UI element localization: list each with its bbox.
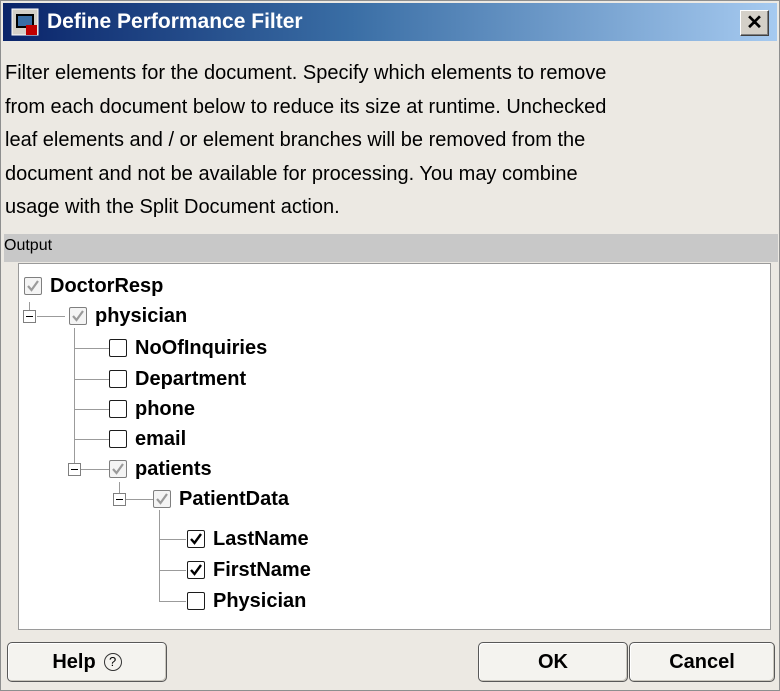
checkbox-icon[interactable] [109, 460, 127, 478]
close-button[interactable]: ✕ [740, 10, 769, 36]
tree-connector [75, 409, 109, 410]
tree-node-label: LastName [213, 527, 309, 550]
collapse-toggle-icon[interactable] [68, 463, 81, 476]
tree-node-patients[interactable]: patients [109, 457, 212, 481]
description-text: Filter elements for the document. Specif… [5, 57, 775, 225]
tree-node-label: Physician [213, 589, 307, 612]
tree-node-label: patients [135, 457, 212, 480]
checkbox-icon[interactable] [187, 592, 205, 610]
define-performance-filter-dialog: Define Performance Filter ✕ Filter eleme… [0, 0, 780, 691]
tree-connector [160, 539, 186, 540]
close-icon: ✕ [746, 12, 763, 34]
tree-node-label: FirstName [213, 558, 311, 581]
tree-node-patientdata[interactable]: PatientData [153, 487, 289, 511]
collapse-toggle-icon[interactable] [23, 310, 36, 323]
description-line: leaf elements and / or element branches … [5, 129, 586, 151]
checkbox-icon[interactable] [109, 339, 127, 357]
description-line: Filter elements for the document. Specif… [5, 62, 607, 84]
tree-connector [75, 348, 109, 349]
checkbox-icon[interactable] [153, 490, 171, 508]
checkbox-icon[interactable] [24, 277, 42, 295]
checkbox-icon[interactable] [69, 307, 87, 325]
checkbox-icon[interactable] [109, 370, 127, 388]
tree-node-label: DoctorResp [50, 274, 164, 297]
tree-connector [74, 328, 75, 468]
help-button-label: Help [52, 650, 96, 673]
checkbox-icon[interactable] [187, 561, 205, 579]
cancel-button[interactable]: Cancel [629, 642, 775, 682]
output-section-label: Output [4, 237, 53, 254]
tree-node-department[interactable]: Department [109, 367, 246, 391]
checkbox-icon[interactable] [109, 400, 127, 418]
tree-node-label: PatientData [179, 487, 290, 510]
app-icon [11, 8, 39, 36]
tree-node-label: email [135, 427, 187, 450]
checkbox-icon[interactable] [109, 430, 127, 448]
tree-connector [160, 601, 186, 602]
window-title: Define Performance Filter [47, 10, 303, 33]
tree-node-noofinquiries[interactable]: NoOfInquiries [109, 336, 267, 360]
title-bar[interactable]: Define Performance Filter ✕ [3, 3, 777, 41]
ok-button[interactable]: OK [478, 642, 628, 682]
description-line: from each document below to reduce its s… [5, 95, 607, 118]
tree-node-doctorresp[interactable]: DoctorResp [24, 274, 163, 298]
output-section-header: Output [4, 234, 778, 262]
tree-node-label: NoOfInquiries [135, 336, 268, 359]
cancel-button-label: Cancel [669, 650, 735, 673]
tree-node-label: Department [135, 367, 247, 390]
tree-node-label: physician [95, 304, 188, 327]
tree-connector [125, 499, 153, 500]
tree-node-physician[interactable]: physician [69, 304, 187, 328]
tree-node-lastname[interactable]: LastName [187, 527, 309, 551]
description-line: usage with the Split Document action. [5, 196, 340, 218]
tree-connector [75, 439, 109, 440]
tree-connector [81, 469, 109, 470]
tree-connector [75, 379, 109, 380]
tree-node-firstname[interactable]: FirstName [187, 558, 311, 582]
tree-connector [159, 510, 160, 602]
tree-connector [160, 570, 186, 571]
tree-node-email[interactable]: email [109, 427, 186, 451]
tree-node-physician-leaf[interactable]: Physician [187, 589, 306, 613]
ok-button-label: OK [538, 650, 568, 673]
description-line: document and not be available for proces… [5, 162, 578, 185]
tree-node-label: phone [135, 397, 195, 420]
help-button[interactable]: Help ? [7, 642, 167, 682]
checkbox-icon[interactable] [187, 530, 205, 548]
tree-connector [37, 316, 65, 317]
collapse-toggle-icon[interactable] [113, 493, 126, 506]
tree-node-phone[interactable]: phone [109, 397, 195, 421]
element-tree[interactable]: DoctorResp physician NoOfInquiries Depar… [18, 263, 771, 630]
help-icon: ? [103, 653, 122, 671]
